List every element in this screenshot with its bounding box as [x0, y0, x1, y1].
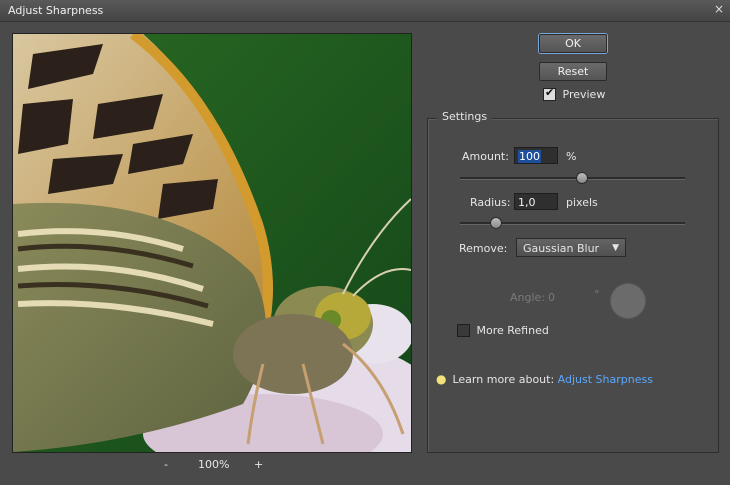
- angle-label: Angle:: [510, 291, 546, 304]
- learn-more-prefix: Learn more about:: [452, 373, 555, 386]
- checkmark-icon: ✔: [545, 85, 555, 99]
- learn-more-link[interactable]: Adjust Sharpness: [558, 373, 653, 386]
- radius-unit: pixels: [566, 196, 598, 209]
- lightbulb-icon: ●: [436, 372, 447, 386]
- amount-value: 100: [518, 150, 541, 163]
- preview-checkbox[interactable]: ✔ Preview: [543, 85, 606, 101]
- amount-input[interactable]: 100: [514, 147, 558, 164]
- amount-slider-thumb[interactable]: [575, 172, 588, 184]
- chevron-down-icon: ▼: [612, 243, 619, 253]
- amount-label: Amount:: [462, 150, 509, 163]
- radius-slider-thumb[interactable]: [490, 217, 502, 229]
- settings-legend: Settings: [437, 110, 493, 123]
- angle-unit: °: [594, 288, 600, 301]
- zoom-controls: - 100% +: [160, 458, 280, 472]
- close-icon[interactable]: ×: [714, 2, 724, 16]
- zoom-in-button[interactable]: +: [254, 458, 263, 471]
- settings-group: [427, 118, 719, 453]
- remove-selected-value: Gaussian Blur: [523, 242, 600, 255]
- more-refined-checkbox[interactable]: More Refined: [457, 323, 549, 337]
- angle-dial: [610, 283, 646, 319]
- reset-button[interactable]: Reset: [539, 62, 607, 81]
- remove-select[interactable]: Gaussian Blur ▼: [516, 238, 626, 257]
- preview-image[interactable]: [12, 33, 412, 453]
- preview-checkbox-box[interactable]: ✔: [543, 85, 556, 101]
- amount-slider-track[interactable]: [460, 177, 685, 180]
- remove-label: Remove:: [459, 242, 508, 255]
- ok-button[interactable]: OK: [539, 34, 607, 53]
- preview-checkbox-label: Preview: [562, 87, 606, 101]
- radius-label: Radius:: [470, 196, 511, 209]
- butterfly-photo: [13, 34, 411, 452]
- more-refined-label: More Refined: [476, 323, 549, 337]
- learn-more: ● Learn more about: Adjust Sharpness: [436, 372, 653, 386]
- more-refined-checkbox-box[interactable]: [457, 323, 470, 337]
- title-bar: Adjust Sharpness ×: [0, 0, 730, 22]
- window-title: Adjust Sharpness: [8, 4, 104, 17]
- zoom-level: 100%: [198, 458, 230, 471]
- angle-value: 0: [548, 291, 555, 304]
- radius-input[interactable]: 1,0: [514, 193, 558, 210]
- amount-unit: %: [566, 150, 577, 163]
- zoom-out-button[interactable]: -: [164, 458, 168, 471]
